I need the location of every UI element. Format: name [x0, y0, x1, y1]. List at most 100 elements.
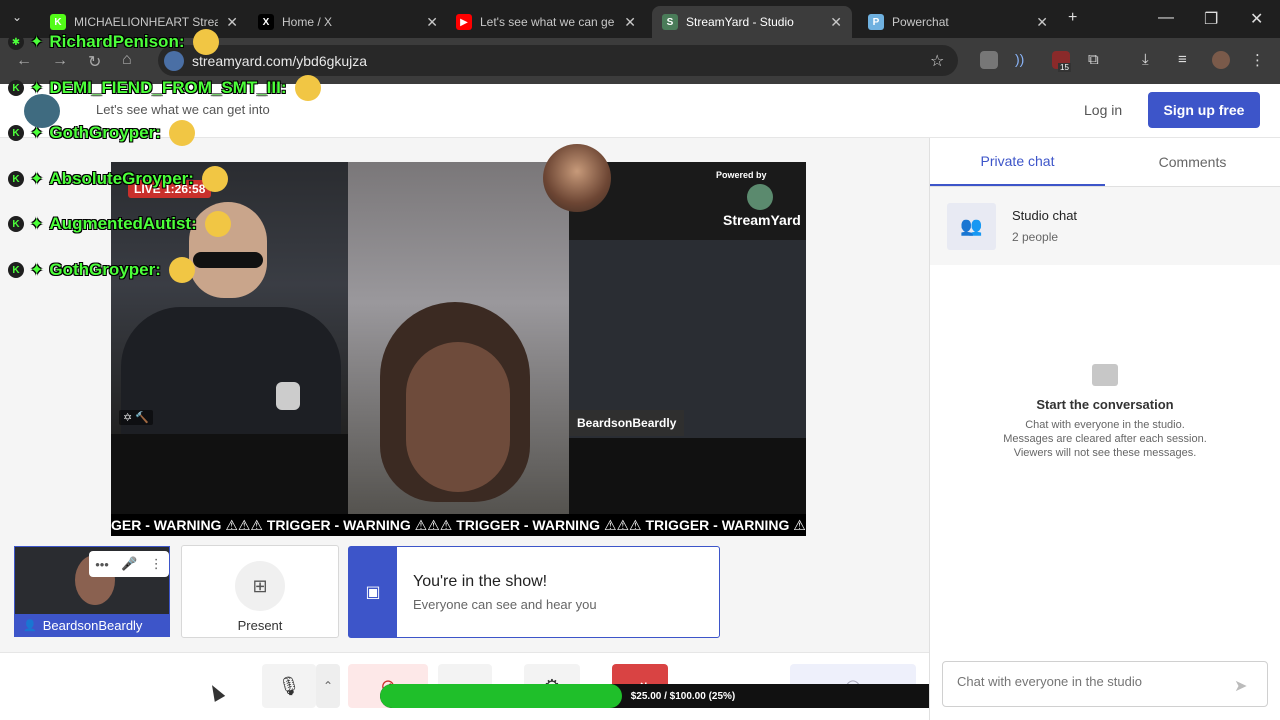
media-control-icon[interactable]: ≡ [1178, 51, 1196, 69]
overlay-chat-message: ✱ ✦ RichardPenison: [8, 29, 219, 55]
overlay-username: AugmentedAutist: [49, 214, 197, 233]
present-label: Present [237, 618, 283, 633]
login-link[interactable]: Log in [1084, 102, 1122, 118]
overlay-username: GothGroyper: [49, 260, 161, 279]
overlay-chat-message: K ✦ GothGroyper: [8, 257, 195, 283]
menu-kebab-icon[interactable]: ⋮ [1250, 51, 1268, 69]
new-tab-button[interactable]: + [1068, 9, 1077, 27]
browser-tab[interactable]: P Powerchat ✕ [858, 6, 1058, 38]
tab-label: Powerchat [892, 15, 949, 29]
in-show-subtitle: Everyone can see and hear you [413, 597, 597, 612]
in-show-title: You're in the show! [413, 573, 548, 590]
people-icon: 👥 [947, 203, 996, 250]
self-participant-tile[interactable]: ••• 🎤 ⋮ 👤 BeardsonBeardly [14, 546, 170, 637]
emote-icon [204, 211, 231, 237]
chat-bubble-icon [1092, 364, 1118, 386]
empty-chat-line-1: Chat with everyone in the studio. [1025, 419, 1185, 431]
stream-title: Let's see what we can get into [96, 102, 270, 117]
tab-label: StreamYard - Studio [686, 15, 794, 29]
platform-icon: K [8, 80, 24, 96]
restore-button[interactable]: ❐ [1204, 9, 1218, 29]
camera-feed-3 [569, 240, 806, 438]
tab-close-icon[interactable]: ✕ [624, 14, 636, 31]
in-show-notice: ▣ You're in the show! Everyone can see a… [348, 546, 720, 638]
close-window-button[interactable]: ✕ [1250, 9, 1263, 29]
overlay-chat-message: K ✦ DEMI_FIEND_FROM_SMT_III: [8, 75, 321, 101]
studio-chat-count: 2 people [1012, 230, 1059, 244]
extension-badge-count: 15 [1058, 63, 1071, 72]
overlay-chat-message: K ✦ AbsoluteGroyper: [8, 166, 228, 192]
mic-button[interactable]: 🎙 [262, 664, 316, 708]
sub-badge-icon: ✦ [30, 216, 44, 233]
profile-avatar[interactable] [1212, 51, 1230, 69]
browser-tab[interactable]: X Home / X ✕ [248, 6, 448, 38]
kebab-icon[interactable]: ⋮ [150, 556, 163, 572]
platform-icon: K [8, 262, 24, 278]
tab-close-icon[interactable]: ✕ [226, 14, 238, 31]
camera-feed-2 [348, 162, 569, 514]
tab-favicon-icon: S [662, 14, 678, 30]
chat-input[interactable] [957, 674, 1217, 689]
tab-favicon-icon: ▶ [456, 14, 472, 30]
tab-search-icon[interactable]: ⌄ [12, 10, 22, 24]
overlay-username: DEMI_FIEND_FROM_SMT_III: [49, 78, 287, 97]
tab-private-chat[interactable]: Private chat [930, 138, 1105, 186]
tab-favicon-icon: K [50, 14, 66, 30]
puzzle-icon[interactable]: ⧉ [1088, 51, 1106, 69]
donation-progress-text: $25.00 / $100.00 (25%) [630, 690, 736, 702]
self-name-bar: 👤 BeardsonBeardly [15, 614, 169, 636]
audio-extension-icon[interactable]: )) [1015, 51, 1033, 69]
overlay-username: RichardPenison: [49, 32, 185, 51]
tab-label: MICHAELIONHEART Strea [74, 15, 219, 29]
streamyard-logo-icon [747, 184, 773, 210]
bookmark-star-icon[interactable]: ☆ [930, 51, 944, 71]
empty-chat-title: Start the conversation [1036, 397, 1174, 412]
browser-tab[interactable]: ▶ Let's see what we can ge ✕ [446, 6, 646, 38]
empty-chat-line-3: Viewers will not see these messages. [1013, 447, 1197, 459]
send-icon[interactable]: ➤ [1234, 676, 1247, 696]
camera-feed-1: ✡ 🔨 [111, 162, 348, 434]
signup-button[interactable]: Sign up free [1148, 92, 1260, 128]
emote-icon [168, 257, 195, 283]
sunglasses [193, 252, 263, 268]
emote-icon [294, 75, 321, 101]
mic-options-button[interactable]: ⌃ [316, 664, 340, 708]
tab-close-icon[interactable]: ✕ [830, 14, 842, 31]
extension-icon[interactable] [980, 51, 998, 69]
minimize-button[interactable]: — [1158, 9, 1174, 27]
download-icon[interactable]: ⤓ [1142, 51, 1160, 69]
participant-name-tag: BeardsonBeardly [569, 410, 685, 436]
browser-tab[interactable]: S StreamYard - Studio ✕ [652, 6, 852, 38]
emote-icon [192, 29, 219, 55]
studio-chat-title: Studio chat [1012, 208, 1078, 223]
donation-progress-bar: $25.00 / $100.00 (25%) [380, 684, 986, 708]
self-name: BeardsonBeardly [42, 617, 143, 633]
tab-close-icon[interactable]: ✕ [1036, 14, 1048, 31]
overlay-username: GothGroyper: [49, 123, 161, 142]
user-icon: 👤 [23, 619, 37, 632]
tab-close-icon[interactable]: ✕ [426, 14, 438, 31]
microphone-icon: 🎙 [277, 675, 301, 696]
overlay-chat-message: K ✦ AugmentedAutist: [8, 211, 231, 237]
url-text[interactable]: streamyard.com/ybd6gkujza [192, 53, 367, 69]
emote-icon [201, 166, 228, 192]
sub-badge-icon: ✦ [30, 34, 44, 51]
mic-icon[interactable]: 🎤 [121, 556, 137, 572]
participant-avatar [543, 144, 611, 212]
duck-emote [24, 94, 60, 128]
participant-controls[interactable]: ••• 🎤 ⋮ [89, 551, 169, 577]
tab-comments[interactable]: Comments [1105, 138, 1280, 186]
more-dots-icon[interactable]: ••• [95, 557, 109, 572]
streamyard-brand: StreamYard [723, 212, 801, 228]
chat-input-box[interactable] [942, 661, 1268, 707]
tab-favicon-icon: X [258, 14, 274, 30]
reload-icon[interactable]: ↻ [88, 52, 101, 72]
empty-chat-line-2: Messages are cleared after each session. [1003, 433, 1207, 445]
present-button[interactable]: ⊞ Present [181, 545, 339, 638]
sub-badge-icon: ✦ [30, 262, 44, 279]
camera-subject-face [406, 342, 510, 492]
camera-icons: ✡ 🔨 [119, 410, 153, 425]
camera-subject [121, 307, 341, 434]
platform-icon: ✱ [8, 34, 24, 50]
emote-icon [168, 120, 195, 146]
